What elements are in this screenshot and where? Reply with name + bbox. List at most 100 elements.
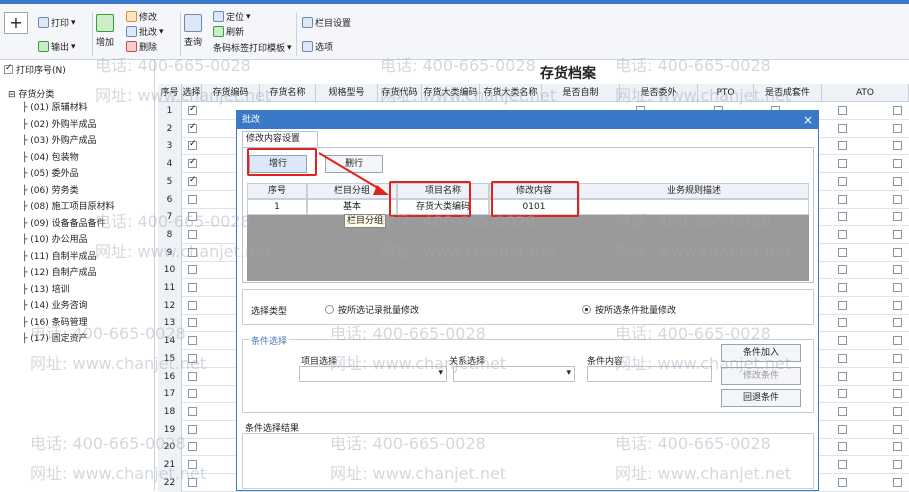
flag-checkbox[interactable] xyxy=(893,300,902,310)
column-header[interactable]: 存货大类编码 xyxy=(422,84,480,102)
flag-checkbox[interactable] xyxy=(838,106,847,115)
flag-checkbox[interactable] xyxy=(893,371,902,381)
tree-item[interactable]: ├ (10) 办公用品 xyxy=(22,232,88,245)
flag-checkbox[interactable] xyxy=(838,389,847,399)
flag-checkbox[interactable] xyxy=(893,424,902,434)
flag-checkbox[interactable] xyxy=(838,406,847,416)
tree-item[interactable]: ├ (08) 施工项目原材料 xyxy=(22,199,115,212)
row-select-checkbox[interactable] xyxy=(188,336,197,346)
edit-table-cell[interactable]: 1 xyxy=(247,199,307,215)
row-select-checkbox[interactable] xyxy=(188,424,197,434)
tree-item[interactable]: ├ (02) 外购半成品 xyxy=(22,117,97,130)
options-button[interactable]: 选项 xyxy=(302,40,333,53)
column-header[interactable]: 存货大类名称 xyxy=(480,84,542,102)
tree-item[interactable]: ├ (11) 自制半成品 xyxy=(22,249,97,262)
flag-checkbox[interactable] xyxy=(838,229,847,239)
tree-root[interactable]: ⊟ 存货分类 xyxy=(8,87,54,100)
delete-button[interactable]: 删除 xyxy=(126,40,157,53)
row-select-checkbox[interactable] xyxy=(188,389,197,399)
flag-checkbox[interactable] xyxy=(838,424,847,434)
row-select-checkbox[interactable] xyxy=(188,157,197,169)
flag-checkbox[interactable] xyxy=(893,247,902,257)
flag-checkbox[interactable] xyxy=(893,141,902,151)
field-select[interactable]: ▾ xyxy=(299,366,447,382)
flag-checkbox[interactable] xyxy=(838,212,847,222)
row-select-checkbox[interactable] xyxy=(188,477,197,487)
flag-checkbox[interactable] xyxy=(838,371,847,381)
row-select-checkbox[interactable] xyxy=(188,283,197,292)
flag-checkbox[interactable] xyxy=(893,283,902,292)
flag-checkbox[interactable] xyxy=(893,176,902,186)
locate-button[interactable]: 定位 ▾ xyxy=(213,10,251,23)
row-select-checkbox[interactable] xyxy=(188,229,197,239)
flag-checkbox[interactable] xyxy=(838,265,847,275)
tree-item[interactable]: ├ (14) 业务咨询 xyxy=(22,298,88,311)
row-select-checkbox[interactable] xyxy=(188,175,197,186)
flag-checkbox[interactable] xyxy=(893,194,902,204)
query-button[interactable]: 查询 xyxy=(184,14,202,48)
row-select-checkbox[interactable] xyxy=(188,460,197,469)
flag-checkbox[interactable] xyxy=(838,336,847,346)
flag-checkbox[interactable] xyxy=(893,477,902,487)
flag-checkbox[interactable] xyxy=(893,265,902,275)
refresh-button[interactable]: 刷新 xyxy=(213,25,244,38)
column-header[interactable]: 是否委外 xyxy=(620,84,698,102)
column-header[interactable]: 存货编码 xyxy=(202,84,260,102)
column-header[interactable]: 是否自制 xyxy=(542,84,620,102)
flag-checkbox[interactable] xyxy=(893,106,902,115)
flag-checkbox[interactable] xyxy=(893,336,902,346)
column-header[interactable]: 选择 xyxy=(182,84,202,102)
tree-item[interactable]: ├ (06) 劳务类 xyxy=(22,183,79,196)
row-select-checkbox[interactable] xyxy=(188,265,197,275)
radio-by-record[interactable]: 按所选记录批量修改 xyxy=(325,303,419,316)
print-sequence-toggle[interactable]: 打印序号(N) xyxy=(4,63,66,76)
print-seq-checkbox[interactable] xyxy=(4,63,13,74)
tree-item[interactable]: ├ (16) 条码管理 xyxy=(22,315,88,328)
tree-item[interactable]: ├ (09) 设备备品备件 xyxy=(22,216,106,229)
column-header[interactable]: ATO xyxy=(822,84,909,102)
close-icon[interactable]: × xyxy=(803,111,813,129)
barcode-template-button[interactable]: 条码标签打印模板 ▾ xyxy=(213,41,292,55)
row-select-checkbox[interactable] xyxy=(188,300,197,310)
flag-checkbox[interactable] xyxy=(893,318,902,328)
tree-item[interactable]: ├ (05) 委外品 xyxy=(22,166,79,179)
flag-checkbox[interactable] xyxy=(838,318,847,328)
flag-checkbox[interactable] xyxy=(893,353,902,363)
flag-checkbox[interactable] xyxy=(893,123,902,133)
flag-checkbox[interactable] xyxy=(838,353,847,363)
flag-checkbox[interactable] xyxy=(838,141,847,151)
tab-edit-settings[interactable]: 修改内容设置 xyxy=(242,131,318,147)
column-header[interactable]: 规格型号 xyxy=(316,84,378,102)
add-button[interactable]: 增加 xyxy=(96,14,114,48)
flag-checkbox[interactable] xyxy=(893,159,902,169)
edit-table-cell[interactable] xyxy=(579,199,809,215)
flag-checkbox[interactable] xyxy=(838,159,847,169)
column-header[interactable]: 序号 xyxy=(158,84,182,102)
column-header[interactable]: 存货名称 xyxy=(260,84,316,102)
column-header[interactable]: PTO xyxy=(698,84,754,102)
tree-item[interactable]: ├ (01) 原辅材料 xyxy=(22,100,88,113)
flag-checkbox[interactable] xyxy=(838,123,847,133)
row-select-checkbox[interactable] xyxy=(188,122,197,133)
row-select-checkbox[interactable] xyxy=(188,247,197,257)
flag-checkbox[interactable] xyxy=(838,442,847,452)
condition-content-input[interactable] xyxy=(587,366,712,382)
flag-checkbox[interactable] xyxy=(838,460,847,469)
output-button[interactable]: 输出 ▾ xyxy=(38,40,76,53)
row-select-checkbox[interactable] xyxy=(188,353,197,363)
flag-checkbox[interactable] xyxy=(838,283,847,292)
flag-checkbox[interactable] xyxy=(838,300,847,310)
flag-checkbox[interactable] xyxy=(893,389,902,399)
column-header[interactable]: 是否成套件 xyxy=(754,84,822,102)
flag-checkbox[interactable] xyxy=(893,460,902,469)
row-select-checkbox[interactable] xyxy=(188,194,197,204)
flag-checkbox[interactable] xyxy=(893,442,902,452)
row-select-checkbox[interactable] xyxy=(188,139,197,151)
row-select-checkbox[interactable] xyxy=(188,212,197,222)
row-select-checkbox[interactable] xyxy=(188,371,197,381)
edit-condition-button[interactable]: 修改条件 xyxy=(721,367,801,385)
add-condition-button[interactable]: 条件加入 xyxy=(721,344,801,362)
flag-checkbox[interactable] xyxy=(893,212,902,222)
edit-button[interactable]: 修改 xyxy=(126,10,157,23)
flag-checkbox[interactable] xyxy=(838,477,847,487)
